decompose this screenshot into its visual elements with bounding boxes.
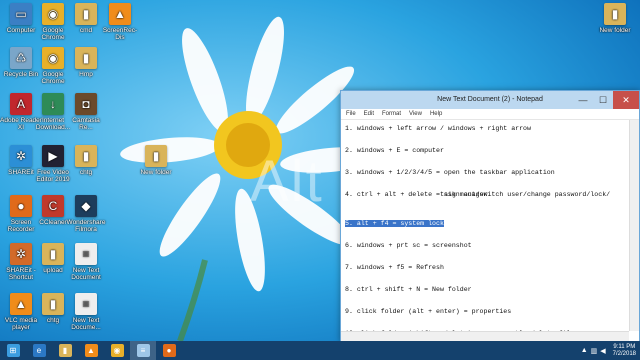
- desktop-icon[interactable]: ▮ chtg: [65, 145, 107, 176]
- text-line-content: 7. windows + f5 = Refresh: [345, 264, 444, 271]
- notepad-icon: ≡: [136, 344, 150, 357]
- notepad-window[interactable]: New Text Document (2) - Notepad — ☐ ✕ Fi…: [340, 90, 640, 342]
- adobe-reader-icon: A: [10, 93, 32, 115]
- volume-icon[interactable]: ◀: [600, 347, 605, 355]
- vlc-icon: ▲: [84, 344, 98, 357]
- text-editor[interactable]: 1. windows + left arrow / windows + righ…: [341, 120, 629, 331]
- taskbar-ie[interactable]: e: [26, 341, 52, 360]
- text-line-content: 6. windows + prt sc = screenshot: [345, 242, 472, 249]
- clock-time: 9:11 PM: [613, 343, 636, 350]
- taskbar-vlc[interactable]: ▲: [78, 341, 104, 360]
- desktop-icon-label: chtg: [79, 169, 93, 176]
- start-button[interactable]: ⊞: [0, 341, 26, 360]
- text-line: 3. windows + 1/2/3/4/5 = open the taskba…: [345, 164, 625, 186]
- folder-icon: ▮: [75, 3, 97, 25]
- window-controls: — ☐ ✕: [573, 91, 639, 109]
- taskbar-notepad[interactable]: ≡: [130, 341, 156, 360]
- text-line: 1. windows + left arrow / windows + righ…: [345, 120, 625, 142]
- screen-recorder-icon: ●: [162, 344, 176, 357]
- network-icon[interactable]: ▥: [591, 347, 598, 355]
- notepad-titlebar[interactable]: New Text Document (2) - Notepad — ☐ ✕: [341, 91, 639, 109]
- chrome-icon: ◉: [42, 47, 64, 69]
- text-line: 7. windows + f5 = Refresh: [345, 259, 625, 281]
- internet-download-icon: ↓: [42, 93, 64, 115]
- windows-icon: ⊞: [6, 344, 20, 357]
- clock-date: 7/2/2018: [612, 350, 636, 357]
- folder-icon: ▮: [145, 145, 167, 167]
- internet-explorer-icon: e: [32, 344, 46, 357]
- taskbar-items: ⊞ e ▮ ▲ ◉ ≡ ●: [0, 341, 182, 360]
- recycle-bin-icon: ♺: [10, 47, 32, 69]
- desktop-icon[interactable]: ▲ ScreenRec-Dis: [99, 3, 141, 41]
- text-line-content: 3. windows + 1/2/3/4/5 = open the taskba…: [345, 169, 555, 176]
- clock[interactable]: 9:11 PM 7/2/2018: [613, 344, 636, 358]
- text-line: 8. ctrl + shift + N = New folder: [345, 281, 625, 303]
- text-line-content: 9. click folder (alt + enter) = properti…: [345, 308, 512, 315]
- close-button[interactable]: ✕: [613, 91, 639, 109]
- text-line: 2. windows + E = computer: [345, 142, 625, 164]
- desktop-icon[interactable]: ▮ Hmp: [65, 47, 107, 78]
- desktop-icon[interactable]: ▮ New folder: [135, 145, 177, 176]
- text-document-icon: ≡: [75, 293, 97, 315]
- folder-icon: ▮: [58, 344, 72, 357]
- menu-view[interactable]: View: [409, 109, 422, 119]
- menu-help[interactable]: Help: [430, 109, 442, 119]
- vlc-icon: ▲: [10, 293, 32, 315]
- alt-watermark-text: Alt: [250, 149, 324, 214]
- desktop-icon[interactable]: ◘ Camtasia Re...: [65, 93, 107, 131]
- computer-icon: ▭: [10, 3, 32, 25]
- vertical-scrollbar[interactable]: [629, 120, 639, 331]
- desktop-icon-label: Hmp: [79, 71, 93, 78]
- filmora-icon: ◆: [75, 195, 97, 217]
- chrome-icon: ◉: [42, 3, 64, 25]
- folder-icon: ▮: [42, 243, 64, 265]
- desktop-icon-label: New Text Document: [71, 267, 101, 281]
- desktop-icon[interactable]: ≡ New Text Document: [65, 243, 107, 281]
- minimize-button[interactable]: —: [573, 91, 593, 109]
- text-line: 9. click folder (alt + enter) = properti…: [345, 303, 625, 325]
- folder-icon: ▮: [604, 3, 626, 25]
- shareit-shortcut-icon: ✲: [10, 243, 32, 265]
- desktop-icon[interactable]: ▮ New folder: [594, 3, 636, 34]
- menu-file[interactable]: File: [346, 109, 356, 119]
- chrome-icon: ◉: [110, 344, 124, 357]
- desktop-icon-label: New Text Docume...: [71, 317, 101, 331]
- screen-recorder-icon: ●: [10, 195, 32, 217]
- desktop-icon-label: Camtasia Re...: [72, 117, 100, 131]
- desktop-icon-label: New folder: [599, 27, 631, 34]
- menu-bar: File Edit Format View Help: [341, 109, 639, 120]
- shareit-icon: ✲: [10, 145, 32, 167]
- menu-edit[interactable]: Edit: [364, 109, 374, 119]
- taskbar-explorer[interactable]: ▮: [52, 341, 78, 360]
- text-line: 6. windows + prt sc = screenshot: [345, 237, 625, 259]
- text-line-content: 8. ctrl + shift + N = New folder: [345, 286, 472, 293]
- notification-arrow-icon[interactable]: ▲: [581, 347, 588, 354]
- window-title: New Text Document (2) - Notepad: [437, 96, 543, 103]
- folder-icon: ▮: [42, 293, 64, 315]
- text-line-content: 2. windows + E = computer: [345, 147, 444, 154]
- desktop-icon[interactable]: ◆ Wondershare Filmora: [65, 195, 107, 233]
- text-line-content: 1. windows + left arrow / windows + righ…: [345, 125, 531, 132]
- maximize-button[interactable]: ☐: [593, 91, 613, 109]
- system-tray: ▲ ▥ ◀ 9:11 PM 7/2/2018: [581, 341, 636, 360]
- folder-icon: ▮: [75, 145, 97, 167]
- camtasia-icon: ◘: [75, 93, 97, 115]
- desktop-icon[interactable]: ≡ New Text Docume...: [65, 293, 107, 331]
- desktop-icon-label: ScreenRec-Dis: [102, 27, 138, 41]
- vlc-icon: ▲: [109, 3, 131, 25]
- ccleaner-icon: C: [42, 195, 64, 217]
- desktop-icon-label: Wondershare Filmora: [66, 219, 106, 233]
- text-line-content: 5. alt + f4 = system lock: [345, 220, 444, 227]
- taskbar-recorder[interactable]: ●: [156, 341, 182, 360]
- text-line: 4. ctrl + alt + delete = sign out/switch…: [345, 186, 625, 215]
- desktop-icon-label: New folder: [140, 169, 172, 176]
- video-editor-icon: ▶: [42, 145, 64, 167]
- taskbar: ⊞ e ▮ ▲ ◉ ≡ ● ▲ ▥ ◀ 9:11 PM 7/2/2018: [0, 341, 640, 360]
- menu-format[interactable]: Format: [382, 109, 401, 119]
- folder-icon: ▮: [75, 47, 97, 69]
- taskbar-chrome[interactable]: ◉: [104, 341, 130, 360]
- text-document-icon: ≡: [75, 243, 97, 265]
- horizontal-scrollbar[interactable]: [341, 331, 629, 341]
- text-line: 5. alt + f4 = system lock: [345, 215, 625, 237]
